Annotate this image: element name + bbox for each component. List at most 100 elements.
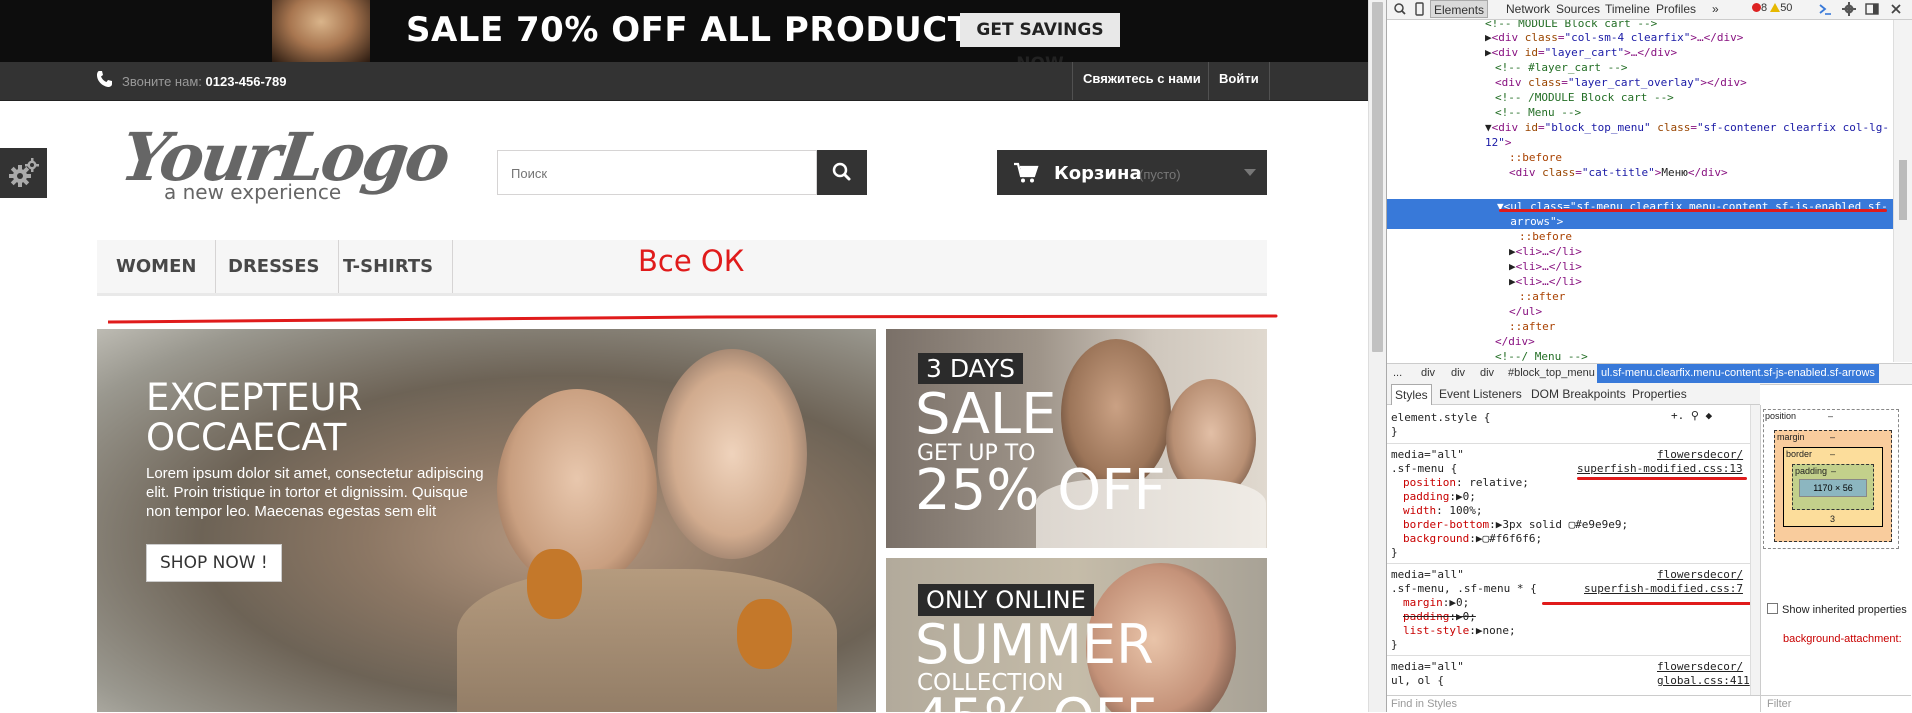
rule-divider bbox=[1387, 443, 1750, 444]
show-inherited-checkbox[interactable] bbox=[1767, 603, 1778, 614]
login-link[interactable]: Войти bbox=[1208, 62, 1270, 100]
tab-timeline[interactable]: Timeline bbox=[1605, 0, 1650, 18]
css-rule-selector[interactable]: .sf-menu, .sf-menu * { bbox=[1391, 582, 1537, 596]
devtools-panel: Elements Network Sources Timeline Profil… bbox=[1386, 0, 1912, 712]
menu-item-women[interactable]: WOMEN bbox=[97, 240, 217, 293]
tab-profiles[interactable]: Profiles bbox=[1656, 0, 1696, 18]
breadcrumb-item[interactable]: div bbox=[1421, 364, 1435, 383]
menu-item-dresses[interactable]: DRESSES bbox=[209, 240, 340, 293]
css-source-link[interactable]: flowersdecor/ bbox=[1657, 660, 1743, 674]
find-in-styles-input[interactable]: Find in Styles bbox=[1387, 695, 1760, 712]
breadcrumb-item[interactable]: #block_top_menu bbox=[1508, 364, 1595, 383]
get-savings-button[interactable]: GET SAVINGS NOW bbox=[960, 13, 1120, 74]
css-source-link[interactable]: flowersdecor/ bbox=[1657, 448, 1743, 462]
css-rule-selector[interactable]: element.style { bbox=[1391, 411, 1490, 425]
css-declaration[interactable]: border-bottom:▶3px solid ▢#e9e9e9; bbox=[1403, 518, 1628, 532]
box-model-border: border – padding – 1170 × 56 3 bbox=[1783, 447, 1883, 527]
tab-styles[interactable]: Styles bbox=[1391, 384, 1432, 405]
close-icon[interactable] bbox=[1889, 0, 1903, 18]
new-rule-icons[interactable]: +. ⚲ ◆ bbox=[1671, 409, 1712, 423]
css-declaration[interactable]: list-style:▶none; bbox=[1403, 624, 1516, 638]
css-declaration[interactable]: width: 100%; bbox=[1403, 504, 1482, 518]
dom-node-selected[interactable]: ▼<ul class="sf-menu clearfix menu-conten… bbox=[1387, 199, 1893, 229]
tab-event-listeners[interactable]: Event Listeners bbox=[1439, 384, 1522, 404]
css-declaration-overridden[interactable]: padding:▶0; bbox=[1403, 610, 1476, 624]
device-mode-icon[interactable] bbox=[1413, 0, 1425, 18]
shopping-cart[interactable]: Корзина (пусто) bbox=[997, 150, 1267, 195]
dom-node[interactable]: ▶<div id="layer_cart">…</div> bbox=[1485, 45, 1677, 60]
dom-node[interactable]: ::before bbox=[1509, 150, 1562, 165]
promo-banner-summer[interactable]: ONLY ONLINE SUMMER COLLECTION 45% OFF bbox=[886, 558, 1267, 712]
inspect-icon[interactable] bbox=[1393, 0, 1407, 18]
page-scrollbar-thumb[interactable] bbox=[1372, 2, 1383, 352]
error-warning-counter[interactable]: 8 50 bbox=[1752, 2, 1792, 14]
theme-config-toggle[interactable] bbox=[0, 148, 47, 198]
shop-now-button[interactable]: SHOP NOW ! bbox=[146, 544, 282, 582]
tab-dom-breakpoints[interactable]: DOM Breakpoints bbox=[1531, 384, 1626, 404]
dom-tree[interactable]: <!-- MODULE Block cart --> ▶<div class="… bbox=[1387, 20, 1893, 362]
contact-us-link[interactable]: Свяжитесь с нами bbox=[1072, 62, 1211, 100]
breadcrumb-item[interactable]: ... bbox=[1393, 364, 1402, 383]
breadcrumb-item[interactable]: div bbox=[1451, 364, 1465, 383]
console-drawer-icon[interactable] bbox=[1818, 0, 1832, 18]
show-inherited-label: Show inherited properties bbox=[1782, 604, 1907, 616]
computed-property[interactable]: background-attachment: bbox=[1783, 633, 1902, 646]
dom-node[interactable]: ▶<li>…</li> bbox=[1509, 259, 1582, 274]
dom-node[interactable]: </ul> bbox=[1509, 304, 1542, 319]
dom-node[interactable]: <!-- #layer_cart --> bbox=[1495, 60, 1627, 75]
css-declaration[interactable]: position: relative; bbox=[1403, 476, 1529, 490]
tab-network[interactable]: Network bbox=[1506, 0, 1550, 18]
dom-node[interactable]: ▶<li>…</li> bbox=[1509, 274, 1582, 289]
dom-node[interactable]: <div class="layer_cart_overlay"></div> bbox=[1495, 75, 1747, 90]
dom-node[interactable]: ▼<div id="block_top_menu" class="sf-cont… bbox=[1485, 120, 1889, 135]
search-input[interactable] bbox=[498, 151, 823, 196]
dom-node[interactable]: <!--/ Menu --> bbox=[1495, 349, 1588, 362]
dom-tree-scrollbar-thumb[interactable] bbox=[1899, 160, 1907, 220]
dom-node[interactable]: ▶<li>…</li> bbox=[1509, 244, 1582, 259]
css-source-link[interactable]: global.css:411 bbox=[1657, 674, 1750, 688]
css-declaration[interactable]: padding:▶0; bbox=[1403, 490, 1476, 504]
css-declaration[interactable]: background:▶▢#f6f6f6; bbox=[1403, 532, 1542, 546]
css-rule-selector[interactable]: ul, ol { bbox=[1391, 674, 1444, 688]
sale-banner[interactable]: SALE 70% OFF ALL PRODUCTS GET SAVINGS NO… bbox=[0, 0, 1368, 74]
promo-banner-sale[interactable]: 3 DAYS SALE GET UP TO 25% OFF bbox=[886, 329, 1267, 548]
dom-tree-scrollbar[interactable] bbox=[1893, 20, 1912, 362]
computed-filter-input[interactable]: Filter bbox=[1761, 695, 1911, 712]
dom-node[interactable]: <!-- Menu --> bbox=[1495, 105, 1581, 120]
tab-sources[interactable]: Sources bbox=[1556, 0, 1600, 18]
css-declaration[interactable]: margin:▶0; bbox=[1403, 596, 1469, 610]
css-source-link[interactable]: superfish-modified.css:7 bbox=[1584, 582, 1743, 596]
css-media: media="all" bbox=[1391, 568, 1464, 581]
css-source-link[interactable]: flowersdecor/ bbox=[1657, 568, 1743, 582]
breadcrumb-item[interactable]: div bbox=[1480, 364, 1494, 383]
search-icon bbox=[832, 162, 851, 181]
search-button[interactable] bbox=[817, 150, 867, 195]
homepage-slider[interactable]: EXCEPTEUR OCCAECAT Lorem ipsum dolor sit… bbox=[97, 329, 876, 712]
css-rule-selector[interactable]: .sf-menu { bbox=[1391, 462, 1457, 476]
menu-item-tshirts[interactable]: T-SHIRTS bbox=[324, 240, 454, 293]
dom-node[interactable]: </div> bbox=[1495, 334, 1535, 349]
tab-properties[interactable]: Properties bbox=[1632, 384, 1687, 404]
show-inherited-toggle[interactable]: Show inherited properties bbox=[1767, 603, 1907, 617]
styles-scrollbar[interactable] bbox=[1750, 405, 1760, 695]
tab-elements[interactable]: Elements bbox=[1430, 0, 1489, 18]
margin-value: – bbox=[1830, 432, 1836, 442]
dock-side-icon[interactable] bbox=[1865, 0, 1879, 18]
dom-node[interactable]: ▶<div class="col-sm-4 clearfix">…</div> bbox=[1485, 30, 1743, 45]
styles-pane[interactable]: element.style { +. ⚲ ◆ } media="all" flo… bbox=[1387, 405, 1750, 695]
dom-node[interactable]: <div class="cat-title">Меню</div> bbox=[1509, 165, 1728, 180]
page-scrollbar[interactable] bbox=[1368, 0, 1386, 712]
dom-node[interactable]: ::after bbox=[1519, 289, 1565, 304]
more-tabs-button[interactable]: » bbox=[1712, 0, 1719, 18]
box-model-content: 1170 × 56 bbox=[1799, 479, 1867, 497]
dom-node[interactable]: ::before bbox=[1519, 229, 1572, 244]
css-media: media="all" bbox=[1391, 448, 1464, 461]
dom-node[interactable]: <!-- /MODULE Block cart --> bbox=[1495, 90, 1674, 105]
breadcrumb-item-active[interactable]: ul.sf-menu.clearfix.menu-content.sf-js-e… bbox=[1597, 364, 1879, 383]
dom-node[interactable]: ::after bbox=[1509, 319, 1555, 334]
css-source-link[interactable]: superfish-modified.css:13 bbox=[1577, 462, 1743, 476]
logo-tagline: a new experience bbox=[164, 180, 342, 204]
rule-divider bbox=[1387, 563, 1750, 564]
settings-gear-icon[interactable] bbox=[1841, 0, 1857, 18]
annotation-underline bbox=[1577, 477, 1747, 480]
